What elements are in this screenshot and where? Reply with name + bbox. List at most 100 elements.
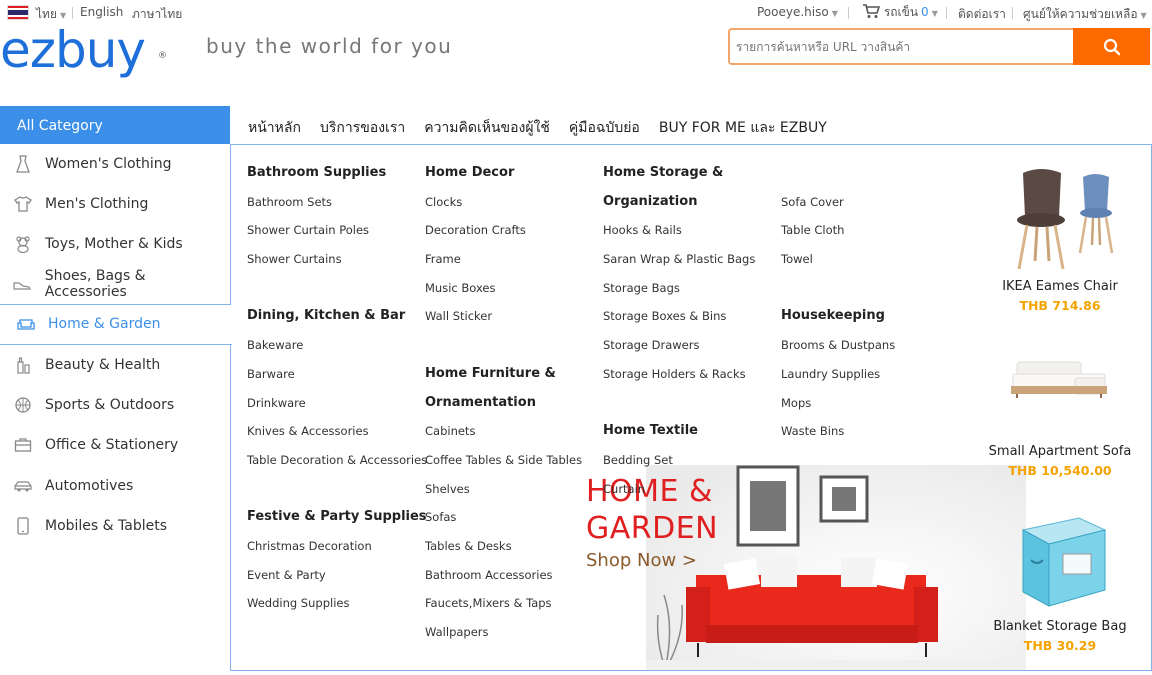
search-icon (1103, 38, 1120, 55)
product-name: Blanket Storage Bag (993, 619, 1127, 634)
menu-link[interactable]: Christmas Decoration (247, 532, 427, 561)
sidebar-item-automotives[interactable]: Automotives (0, 466, 231, 506)
menu-link[interactable]: Clocks (425, 188, 582, 217)
menu-link[interactable]: Tables & Desks (425, 532, 582, 561)
menu-heading[interactable]: Festive & Party Supplies (247, 503, 427, 532)
menu-link[interactable]: Coffee Tables & Side Tables (425, 446, 582, 475)
menu-link[interactable]: Laundry Supplies (781, 360, 895, 389)
menu-link[interactable]: Decoration Crafts (425, 216, 582, 245)
menu-link[interactable]: Wall Sticker (425, 302, 582, 331)
menu-link[interactable]: Wallpapers (425, 618, 582, 647)
nav-reviews[interactable]: ความคิดเห็นของผู้ใช้ (424, 117, 550, 139)
menu-link[interactable]: Storage Boxes & Bins (603, 302, 755, 331)
menu-link[interactable]: Waste Bins (781, 417, 895, 446)
thai-flag-icon[interactable] (7, 5, 29, 20)
sidebar-item-home-garden[interactable]: Home & Garden (0, 304, 232, 345)
menu-link[interactable]: Bathroom Accessories (425, 561, 582, 590)
menu-link[interactable]: Bathroom Sets (247, 188, 427, 217)
menu-link[interactable]: Knives & Accessories (247, 417, 427, 446)
menu-heading[interactable]: Home Storage & (603, 159, 755, 188)
search-box (728, 28, 1074, 65)
banner-title-line-2: GARDEN (586, 511, 719, 546)
sidebar-item-label: Toys, Mother & Kids (45, 236, 183, 253)
menu-heading[interactable]: Ornamentation (425, 389, 582, 418)
sidebar-item-beauty-health[interactable]: Beauty & Health (0, 345, 231, 385)
menu-link[interactable]: Sofa Cover (781, 188, 895, 217)
nav-services[interactable]: บริการของเรา (320, 117, 405, 139)
all-category-button[interactable]: All Category (0, 106, 230, 144)
menu-link[interactable]: Hooks & Rails (603, 216, 755, 245)
menu-link[interactable]: Frame (425, 245, 582, 274)
menu-link[interactable]: Brooms & Dustpans (781, 331, 895, 360)
chair-product-image (1017, 169, 1114, 270)
menu-heading[interactable]: Dining, Kitchen & Bar (247, 302, 427, 331)
menu-link[interactable]: Shower Curtains (247, 245, 427, 274)
menu-link[interactable]: Music Boxes (425, 274, 582, 303)
menu-link[interactable]: Event & Party (247, 561, 427, 590)
user-menu[interactable]: Pooeye.hiso ▼ (757, 5, 838, 19)
menu-heading[interactable]: Home Decor (425, 159, 582, 188)
product-name: Small Apartment Sofa (988, 444, 1132, 459)
help-center-menu[interactable]: ศูนย์ให้ความช่วยเหลือ ▼ (1023, 5, 1147, 24)
menu-link[interactable]: Table Decoration & Accessories (247, 446, 427, 475)
sidebar-item-shoes-bags-accessories[interactable]: Shoes, Bags & Accessories (0, 265, 231, 305)
menu-link[interactable]: Shelves (425, 475, 582, 504)
menu-link[interactable]: Saran Wrap & Plastic Bags (603, 245, 755, 274)
storage-bag-product-image (1021, 517, 1107, 607)
menu-link[interactable]: Barware (247, 360, 427, 389)
ball-icon (0, 396, 45, 414)
ezbuy-logo[interactable]: ezbuy ® (0, 22, 167, 78)
registered-mark: ® (158, 51, 167, 61)
sidebar-item-womens-clothing[interactable]: Women's Clothing (0, 144, 231, 184)
menu-heading[interactable]: Home Textile (603, 417, 755, 446)
menu-link[interactable]: Storage Drawers (603, 331, 755, 360)
sidebar-item-label: Home & Garden (48, 316, 161, 333)
sidebar-item-office-stationery[interactable]: Office & Stationery (0, 425, 231, 465)
divider (848, 7, 849, 19)
category-sidebar: Women's Clothing Men's Clothing Toys, Mo… (0, 144, 232, 546)
main-nav: หน้าหลัก บริการของเรา ความคิดเห็นของผู้ใ… (248, 117, 846, 139)
menu-link[interactable]: Table Cloth (781, 216, 895, 245)
sidebar-item-label: Beauty & Health (45, 357, 161, 374)
menu-column-3: Home Storage & Organization Hooks & Rail… (603, 159, 755, 503)
sidebar-item-label: Mobiles & Tablets (45, 517, 168, 534)
menu-heading[interactable]: Organization (603, 188, 755, 217)
menu-link[interactable]: Storage Holders & Racks (603, 360, 755, 389)
product-card[interactable]: Small Apartment Sofa THB 10,540.00 (980, 340, 1140, 478)
menu-link[interactable]: Curtain (603, 475, 755, 504)
menu-link[interactable]: Towel (781, 245, 895, 274)
chevron-down-icon: ▼ (831, 9, 838, 18)
product-price: THB 30.29 (1023, 638, 1097, 653)
menu-link[interactable]: Shower Curtain Poles (247, 216, 427, 245)
menu-link[interactable]: Storage Bags (603, 274, 755, 303)
menu-heading[interactable]: Home Furniture & (425, 360, 582, 389)
menu-heading[interactable]: Housekeeping (781, 302, 895, 331)
menu-link[interactable]: Faucets,Mixers & Taps (425, 589, 582, 618)
shoe-icon (0, 275, 45, 293)
sidebar-item-sports-outdoors[interactable]: Sports & Outdoors (0, 385, 231, 425)
menu-link[interactable]: Drinkware (247, 389, 427, 418)
menu-heading[interactable]: Bathroom Supplies (247, 159, 427, 188)
search-input[interactable] (730, 30, 1074, 63)
menu-link[interactable]: Bedding Set (603, 446, 755, 475)
cart-button[interactable]: รถเข็น 0 ▼ (862, 3, 938, 22)
shop-now-link[interactable]: Shop Now > (586, 550, 697, 571)
menu-link[interactable]: Bakeware (247, 331, 427, 360)
sidebar-item-label: Sports & Outdoors (45, 397, 175, 414)
sidebar-item-mobiles-tablets[interactable]: Mobiles & Tablets (0, 506, 231, 546)
sidebar-item-toys-mother-kids[interactable]: Toys, Mother & Kids (0, 224, 231, 264)
nav-guide[interactable]: คู่มือฉบับย่อ (569, 117, 640, 139)
sofa-icon (3, 315, 48, 333)
language-option-english[interactable]: English (80, 5, 123, 19)
menu-link[interactable]: Mops (781, 389, 895, 418)
search-button[interactable] (1073, 28, 1150, 65)
contact-link[interactable]: ติดต่อเรา (958, 5, 1006, 24)
product-card[interactable]: IKEA Eames Chair THB 714.86 (980, 165, 1140, 313)
sidebar-item-mens-clothing[interactable]: Men's Clothing (0, 184, 231, 224)
product-card[interactable]: Blanket Storage Bag THB 30.29 (980, 510, 1140, 653)
menu-link[interactable]: Cabinets (425, 417, 582, 446)
nav-buy-for-me[interactable]: BUY FOR ME และ EZBUY (659, 117, 827, 139)
menu-link[interactable]: Sofas (425, 503, 582, 532)
menu-link[interactable]: Wedding Supplies (247, 589, 427, 618)
nav-home[interactable]: หน้าหลัก (248, 117, 301, 139)
